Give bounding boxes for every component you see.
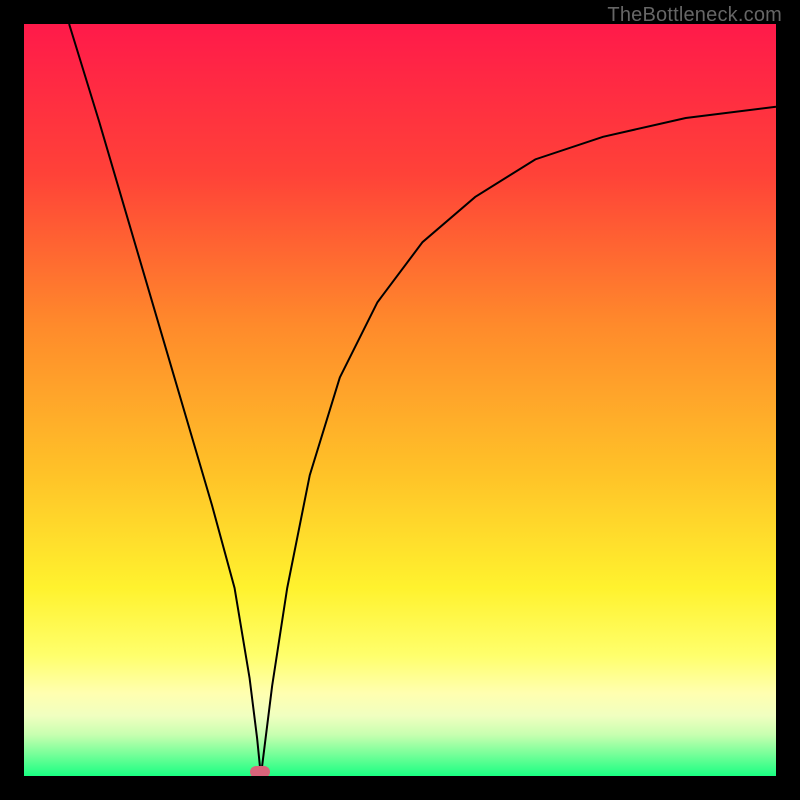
minimum-marker: [250, 766, 270, 776]
curve-line: [24, 24, 776, 776]
watermark-text: TheBottleneck.com: [607, 4, 782, 27]
plot-area: [24, 24, 776, 776]
chart-frame: TheBottleneck.com: [0, 0, 800, 800]
